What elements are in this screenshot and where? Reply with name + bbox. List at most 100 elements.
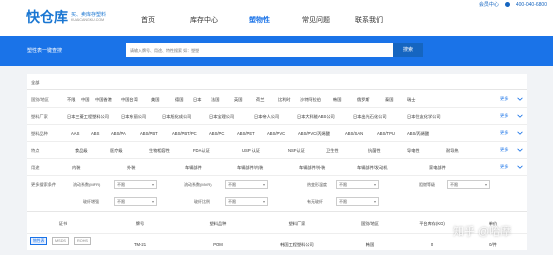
has-gf-select[interactable]: 不限 [336,197,379,206]
site-logo[interactable]: 快仓库 买、卖库存塑料 KUAICANGKU.COM [26,10,106,24]
filter-option[interactable]: 不限 [67,97,75,103]
chevron-down-icon[interactable] [516,95,524,103]
filter-option[interactable]: 英国 [234,97,242,103]
filter-option[interactable]: NSF认证 [288,148,305,154]
hdt-select[interactable]: 不限 [336,180,379,189]
filter-option[interactable]: 家电部件 [429,165,446,171]
filter-option[interactable]: ABS/丙烯酸 [407,131,429,137]
filter-option[interactable]: 俄罗斯 [357,97,370,103]
gf-reinforced-label: 玻纤增强 [83,199,99,204]
nav-properties[interactable]: 塑物性 [249,15,270,25]
filter-option[interactable]: ABS/PBT [140,131,158,136]
filter-option[interactable]: 日本帝人公司 [254,114,279,120]
filter-row-maker: 塑料厂家 日本三菱工程塑料公司 日本东丽公司 日本旭化成公司 日本宝理公司 日本… [27,108,527,125]
chevron-down-icon[interactable] [516,129,524,137]
more-link[interactable]: 更多 [500,96,508,102]
filter-option[interactable]: 车辆部件/发动机 [357,165,387,171]
filter-option[interactable]: 车辆部件/内装 [237,165,263,171]
filter-option[interactable]: 导电性 [407,148,420,154]
more-link[interactable]: 更多 [500,147,508,153]
filter-option[interactable]: AAS [71,131,79,136]
filter-option[interactable]: ABS [91,131,99,136]
table-row[interactable]: 物性表 MSDS ROHS TM-21 POM 韩国工程塑料公司 韩国 0 0/… [27,233,527,251]
mvr-label: 流动系数(MVR) [184,182,212,187]
datasheet-button[interactable]: 物性表 [30,237,48,245]
filter-option[interactable]: 瑞士 [407,97,415,103]
chevron-down-icon[interactable] [516,146,524,154]
filter-option[interactable]: 日本旭化成公司 [162,114,191,120]
filter-option[interactable]: 法国 [211,97,219,103]
filter-option[interactable]: 日本东丽公司 [121,114,146,120]
filter-option[interactable]: 外装 [127,165,135,171]
filter-option[interactable]: 车辆部件 [185,165,202,171]
nav-home[interactable]: 首页 [141,15,155,25]
filter-option[interactable]: 荷兰 [256,97,264,103]
site-header: 快仓库 买、卖库存塑料 KUAICANGKU.COM 首页 库存中心 塑物性 常… [0,0,553,36]
filter-option[interactable]: ABS/TPU [377,131,395,136]
filter-option[interactable]: 比利时 [278,97,291,103]
filter-option[interactable]: 日本住友化学公司 [407,114,441,120]
filter-option[interactable]: ABS/PVC/丙烯酸 [298,131,330,137]
mfr-select[interactable]: 不限 [114,180,157,189]
more-link[interactable]: 更多 [500,164,508,170]
filter-option[interactable]: 泰国 [385,97,393,103]
filter-option[interactable]: 中国香港 [95,97,112,103]
filter-option[interactable]: FDA认证 [193,148,210,154]
filter-option[interactable]: 中国 [81,97,89,103]
filter-option[interactable]: 内装 [72,165,80,171]
filter-label: 国别/地区 [31,97,49,102]
filter-option[interactable]: 日本三菱工程塑料公司 [67,114,109,120]
filter-option[interactable]: 沙特阿拉伯 [300,97,321,103]
filter-option[interactable]: 车辆部件/外装 [299,165,325,171]
nav-contact[interactable]: 联系我们 [355,15,383,25]
filter-option[interactable]: 卫生性 [326,148,339,154]
filter-option[interactable]: ABS/PBT/PC [172,131,197,136]
rohs-button[interactable]: ROHS [74,237,91,245]
filter-option[interactable]: 医疗级 [110,148,123,154]
column-header: 证书 [58,221,68,226]
gf-ratio-select[interactable]: 不限 [225,197,268,206]
filter-option[interactable]: 日本 [193,97,201,103]
filter-option[interactable]: ABS/PA [111,131,126,136]
top-links: 会员中心 400-040-6800 [479,1,547,9]
grade-cell[interactable]: TM-21 [134,242,146,247]
more-link[interactable]: 更多 [500,113,508,119]
filter-option[interactable]: ABS/PET [237,131,255,136]
filter-option[interactable]: 抗菌性 [368,148,381,154]
filter-all[interactable]: 全部 [31,80,39,86]
filter-option[interactable]: ABS/PC [209,131,224,136]
material-cell: POM [213,242,223,247]
nav-inventory[interactable]: 库存中心 [190,15,218,25]
search-input[interactable] [126,43,393,57]
price-cell: 0/件 [489,242,497,247]
filter-option[interactable]: 美国 [151,97,159,103]
filter-option[interactable]: 德国 [175,97,183,103]
filter-option[interactable]: 中国台湾 [121,97,138,103]
chevron-down-icon[interactable] [516,112,524,120]
filter-option[interactable]: 日本大科能ABS公司 [297,114,335,120]
filter-option[interactable]: 食品级 [75,148,88,154]
flame-rating-select[interactable]: 不限 [447,180,490,189]
filter-option[interactable]: 日本宝理公司 [209,114,234,120]
member-center-link[interactable]: 会员中心 [479,1,499,8]
hdt-label: 热变形温度 [307,182,327,187]
filter-option[interactable]: 韩国 [333,97,341,103]
search-button[interactable]: 搜索 [393,43,423,57]
nav-faq[interactable]: 常见问题 [302,15,330,25]
filter-option[interactable]: ABS/PVC [267,131,285,136]
more-link[interactable]: 更多 [500,130,508,136]
filter-option[interactable]: ABS/SAN [345,131,363,136]
filter-all-row: 全部 [27,74,527,90]
filter-option[interactable]: 生物相容性 [149,148,170,154]
logo-domain: KUAICANGKU.COM [71,17,105,22]
chevron-down-icon[interactable] [516,163,524,171]
filter-option[interactable]: USP 认证 [242,148,260,154]
logo-mark: 快仓库 [26,9,68,25]
gf-reinforced-select[interactable]: 不限 [114,197,157,206]
msds-button[interactable]: MSDS [52,237,69,245]
mvr-select[interactable]: 不限 [225,180,268,189]
column-header: 平台库存(KG) [419,221,445,226]
filter-option[interactable]: 日本出光石化公司 [353,114,387,120]
advanced-search-label: 更多搜索条件 [31,182,57,187]
filter-option[interactable]: 耐导热 [446,148,459,154]
